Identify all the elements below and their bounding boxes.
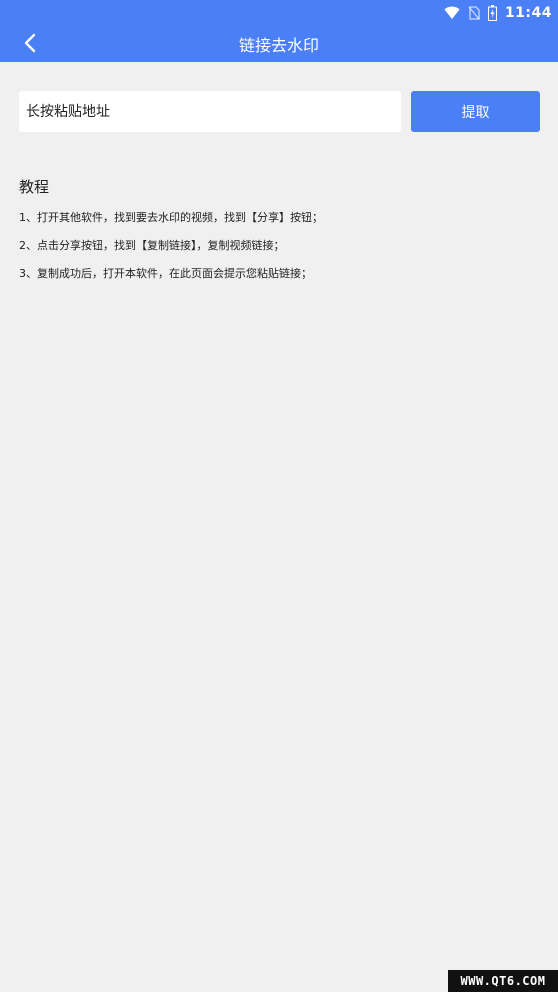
status-time: 11:44 xyxy=(504,5,552,21)
status-bar: 11:44 xyxy=(444,4,552,22)
wifi-icon xyxy=(444,6,460,19)
watermark: WWW.QT6.COM xyxy=(448,970,558,992)
page-title: 链接去水印 xyxy=(238,36,319,55)
battery-charging-icon xyxy=(487,5,497,21)
tutorial-step-1: 1、打开其他软件，找到要去水印的视频，找到【分享】按钮； xyxy=(19,211,323,224)
tutorial-step-2: 2、点击分享按钮，找到【复制链接】，复制视频链接； xyxy=(19,239,285,252)
extract-button[interactable]: 提取 xyxy=(411,91,540,132)
tutorial-title: 教程 xyxy=(19,178,50,196)
no-sim-icon xyxy=(468,6,480,20)
url-input[interactable] xyxy=(19,91,401,132)
tutorial-step-3: 3、复制成功后，打开本软件，在此页面会提示您粘贴链接； xyxy=(19,267,312,280)
app-bar: 11:44 链接去水印 xyxy=(0,0,558,62)
